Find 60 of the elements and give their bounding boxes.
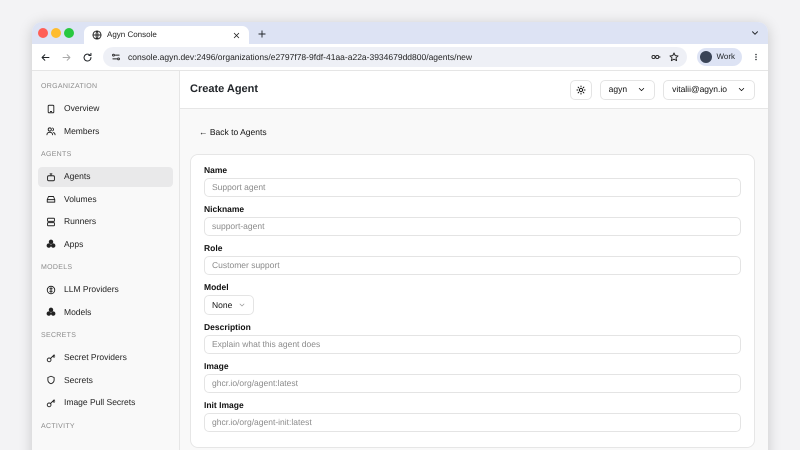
sidebar-item[interactable]: Overview [38,98,173,118]
key-icon [46,352,56,362]
field-label: Nickname [204,202,246,215]
organization-select[interactable]: agyn [600,80,656,100]
drive-icon [46,194,56,204]
field-label: Model [204,280,230,293]
sidebar-item[interactable]: Apps [38,234,173,254]
url-text: console.agyn.dev:2496/organizations/e2797f78-9fdf-41aa-a22a-3934679dd800/agents/new [128,50,474,64]
site-settings-icon[interactable] [111,52,121,62]
field-label: Name [204,164,228,176]
close-icon[interactable] [232,30,241,40]
shield-icon [46,375,56,385]
user-menu-button[interactable]: vitalii@agyn.io [663,80,755,100]
bot-icon [46,172,56,182]
blocks-icon [46,239,56,249]
input-field[interactable]: support-agent [204,216,741,236]
reload-icon[interactable] [82,52,93,62]
sidebar-item[interactable]: Models [38,302,173,322]
field-label: Role [204,242,224,254]
star-icon[interactable] [669,52,680,62]
profile-name: Work [716,51,735,63]
globe-icon [92,30,102,40]
input-field[interactable]: Customer support [204,256,741,275]
chevron-down-icon [637,85,646,94]
key-icon [46,398,56,408]
sidebar-item[interactable]: Secrets [38,370,173,390]
avatar-icon [700,51,712,63]
chevron-down-icon [238,300,246,309]
input-field[interactable]: Explain what this agent does [204,334,741,354]
field-label: Image [204,360,230,372]
sidebar-item[interactable]: Secret Providers [38,348,173,368]
back-icon[interactable] [40,52,51,62]
blocks-icon [46,307,56,317]
sidebar-item[interactable]: Volumes [38,189,173,209]
tab-title: Agyn Console [107,29,158,41]
page-title: Create Agent [190,82,258,98]
sidebar-item[interactable]: LLM Providers [38,280,173,300]
theme-toggle-button[interactable] [570,80,592,100]
sidebar-item[interactable]: Members [38,121,173,141]
tablet-icon [46,104,56,114]
field-label: Description [204,320,252,333]
sun-icon [576,84,586,94]
back-link[interactable]: ← Back to Agents [199,126,267,139]
key-icon[interactable] [650,52,662,62]
model-select[interactable]: None [204,294,254,315]
browser-tab[interactable]: Agyn Console [84,26,249,44]
input-field[interactable]: ghcr.io/org/agent-init:latest [204,412,741,432]
server-icon [46,216,56,226]
sidebar-item[interactable]: Runners [38,212,173,232]
profile-button[interactable]: Work [697,48,742,66]
coin-icon [46,284,56,294]
field-label: Init Image [204,398,245,411]
users-icon [46,126,56,136]
input-field[interactable]: ghcr.io/org/agent:latest [204,374,741,393]
input-field[interactable]: Support agent [204,178,741,197]
address-bar[interactable]: console.agyn.dev:2496/organizations/e2797f78-9fdf-41aa-a22a-3934679dd800/agents/new [103,47,688,67]
sidebar-item[interactable]: Agents [38,166,173,186]
chevron-down-icon [737,85,746,94]
sidebar-item[interactable]: Image Pull Secrets [38,392,173,412]
plus-icon[interactable] [257,29,267,39]
